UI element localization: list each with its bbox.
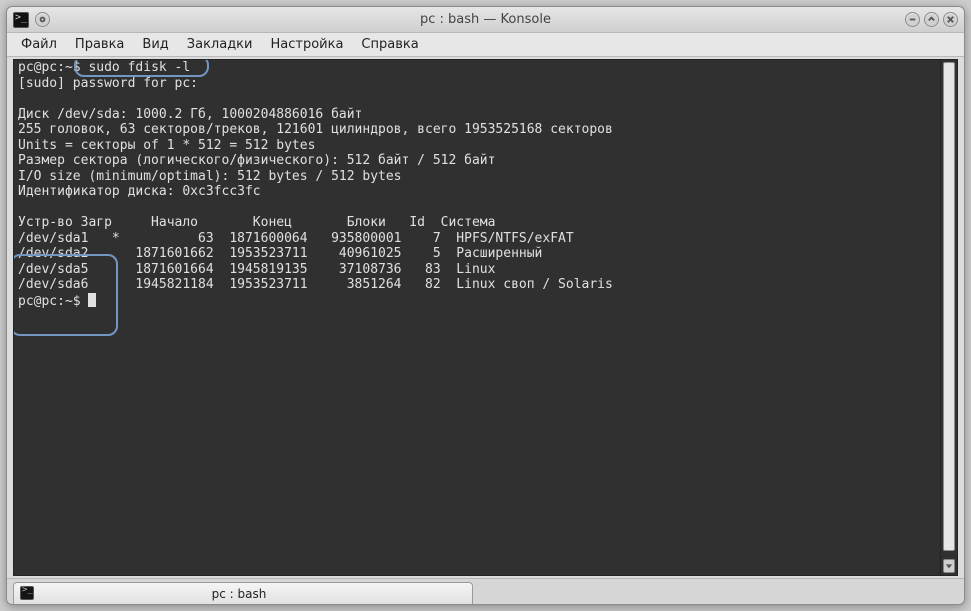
terminal-icon bbox=[20, 586, 34, 600]
tab-label: pc : bash bbox=[212, 587, 267, 601]
close-button[interactable] bbox=[943, 12, 958, 27]
table-row: /dev/sda1 * 63 1871600064 935800001 7 HP… bbox=[18, 231, 574, 246]
menu-view[interactable]: Вид bbox=[134, 35, 176, 54]
maximize-button[interactable] bbox=[924, 12, 939, 27]
terminal[interactable]: pc@pc:~$ sudo fdisk -l [sudo] password f… bbox=[13, 59, 958, 576]
tabbar: pc : bash bbox=[7, 578, 964, 604]
output-line: [sudo] password for pc: bbox=[18, 76, 198, 91]
table-header: Устр-во Загр Начало Конец Блоки Id Систе… bbox=[18, 215, 495, 230]
output-line: Диск /dev/sda: 1000.2 Гб, 1000204886016 … bbox=[18, 107, 362, 122]
scrollbar-thumb[interactable] bbox=[943, 62, 955, 551]
cursor bbox=[88, 293, 96, 307]
window-title: pc : bash — Konsole bbox=[7, 12, 964, 27]
app-icon bbox=[13, 12, 29, 28]
output-line: I/O size (minimum/optimal): 512 bytes / … bbox=[18, 169, 402, 184]
output-line: 255 головок, 63 секторов/треков, 121601 … bbox=[18, 122, 613, 137]
table-row: /dev/sda2 1871601662 1953523711 40961025… bbox=[18, 246, 542, 261]
tab-terminal[interactable]: pc : bash bbox=[13, 582, 473, 604]
command: sudo fdisk -l bbox=[88, 60, 190, 75]
menu-bookmarks[interactable]: Закладки bbox=[179, 35, 261, 54]
table-row: /dev/sda5 1871601664 1945819135 37108736… bbox=[18, 262, 495, 277]
scrollbar-down-button[interactable] bbox=[943, 559, 955, 573]
menu-help[interactable]: Справка bbox=[353, 35, 426, 54]
minimize-button[interactable] bbox=[905, 12, 920, 27]
output-line: Идентификатор диска: 0xc3fcc3fc bbox=[18, 184, 261, 199]
menu-settings[interactable]: Настройка bbox=[262, 35, 351, 54]
scrollbar[interactable] bbox=[940, 60, 957, 575]
titlebar: pc : bash — Konsole bbox=[7, 7, 964, 33]
pin-button[interactable] bbox=[35, 12, 50, 27]
prompt: pc@pc:~$ bbox=[18, 60, 88, 75]
menu-file[interactable]: Файл bbox=[13, 35, 65, 54]
menu-edit[interactable]: Правка bbox=[67, 35, 132, 54]
menubar: Файл Правка Вид Закладки Настройка Справ… bbox=[7, 33, 964, 57]
output-line: Размер сектора (логического/физического)… bbox=[18, 153, 495, 168]
table-row: /dev/sda6 1945821184 1953523711 3851264 … bbox=[18, 277, 613, 292]
prompt: pc@pc:~$ bbox=[18, 294, 88, 309]
output-line: Units = секторы of 1 * 512 = 512 bytes bbox=[18, 138, 315, 153]
konsole-window: pc : bash — Konsole Файл Правка Вид Закл… bbox=[6, 6, 965, 605]
terminal-output: pc@pc:~$ sudo fdisk -l [sudo] password f… bbox=[14, 60, 957, 309]
